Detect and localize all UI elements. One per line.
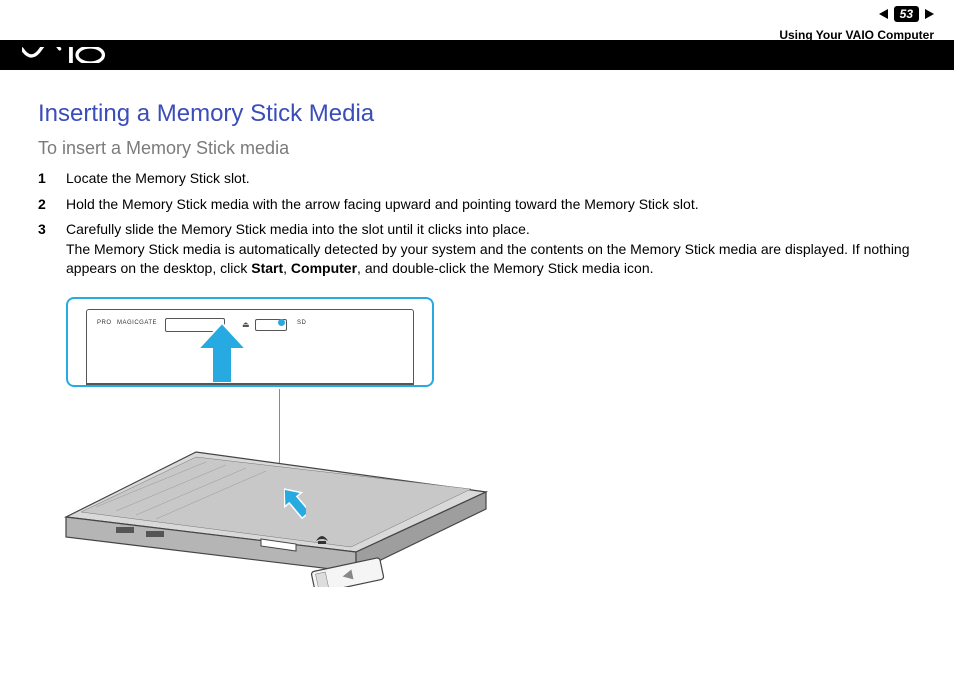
insert-arrow-small-icon [284,485,306,519]
vaio-logo-icon [22,47,116,63]
callout-dot-icon [278,319,285,326]
illustration: PRO MAGICGATE SD ⏏ [66,297,506,597]
prev-page-icon[interactable] [879,9,888,19]
label-sd: SD [297,320,306,326]
step3-post: , and double-click the Memory Stick medi… [357,260,653,276]
page-nav: 53 [879,6,934,22]
laptop-drawing [56,397,496,587]
step-number: 1 [38,169,66,189]
step3-mid: , [283,260,291,276]
label-pro: PRO [97,320,112,326]
step-item: 3 Carefully slide the Memory Stick media… [38,220,916,279]
label-magicgate: MAGICGATE [117,320,157,326]
step-item: 2 Hold the Memory Stick media with the a… [38,195,916,215]
step-text: Carefully slide the Memory Stick media i… [66,220,916,279]
insert-arrow-icon [198,323,246,383]
page-number: 53 [894,6,919,22]
page-title: Inserting a Memory Stick Media [38,100,916,128]
step3-bold-computer: Computer [291,260,357,276]
step-text: Locate the Memory Stick slot. [66,169,916,189]
brand-bar [0,40,954,70]
next-page-icon[interactable] [925,9,934,19]
page-subtitle: To insert a Memory Stick media [38,138,916,159]
step3-bold-start: Start [251,260,283,276]
inset-panel: PRO MAGICGATE SD ⏏ [86,309,414,385]
header-nav: 53 Using Your VAIO Computer [779,6,934,42]
step-text: Hold the Memory Stick media with the arr… [66,195,916,215]
page-content: Inserting a Memory Stick Media To insert… [38,100,916,597]
inset-callout: PRO MAGICGATE SD ⏏ [66,297,434,387]
step-number: 3 [38,220,66,279]
steps-list: 1 Locate the Memory Stick slot. 2 Hold t… [38,169,916,279]
step-number: 2 [38,195,66,215]
step-item: 1 Locate the Memory Stick slot. [38,169,916,189]
